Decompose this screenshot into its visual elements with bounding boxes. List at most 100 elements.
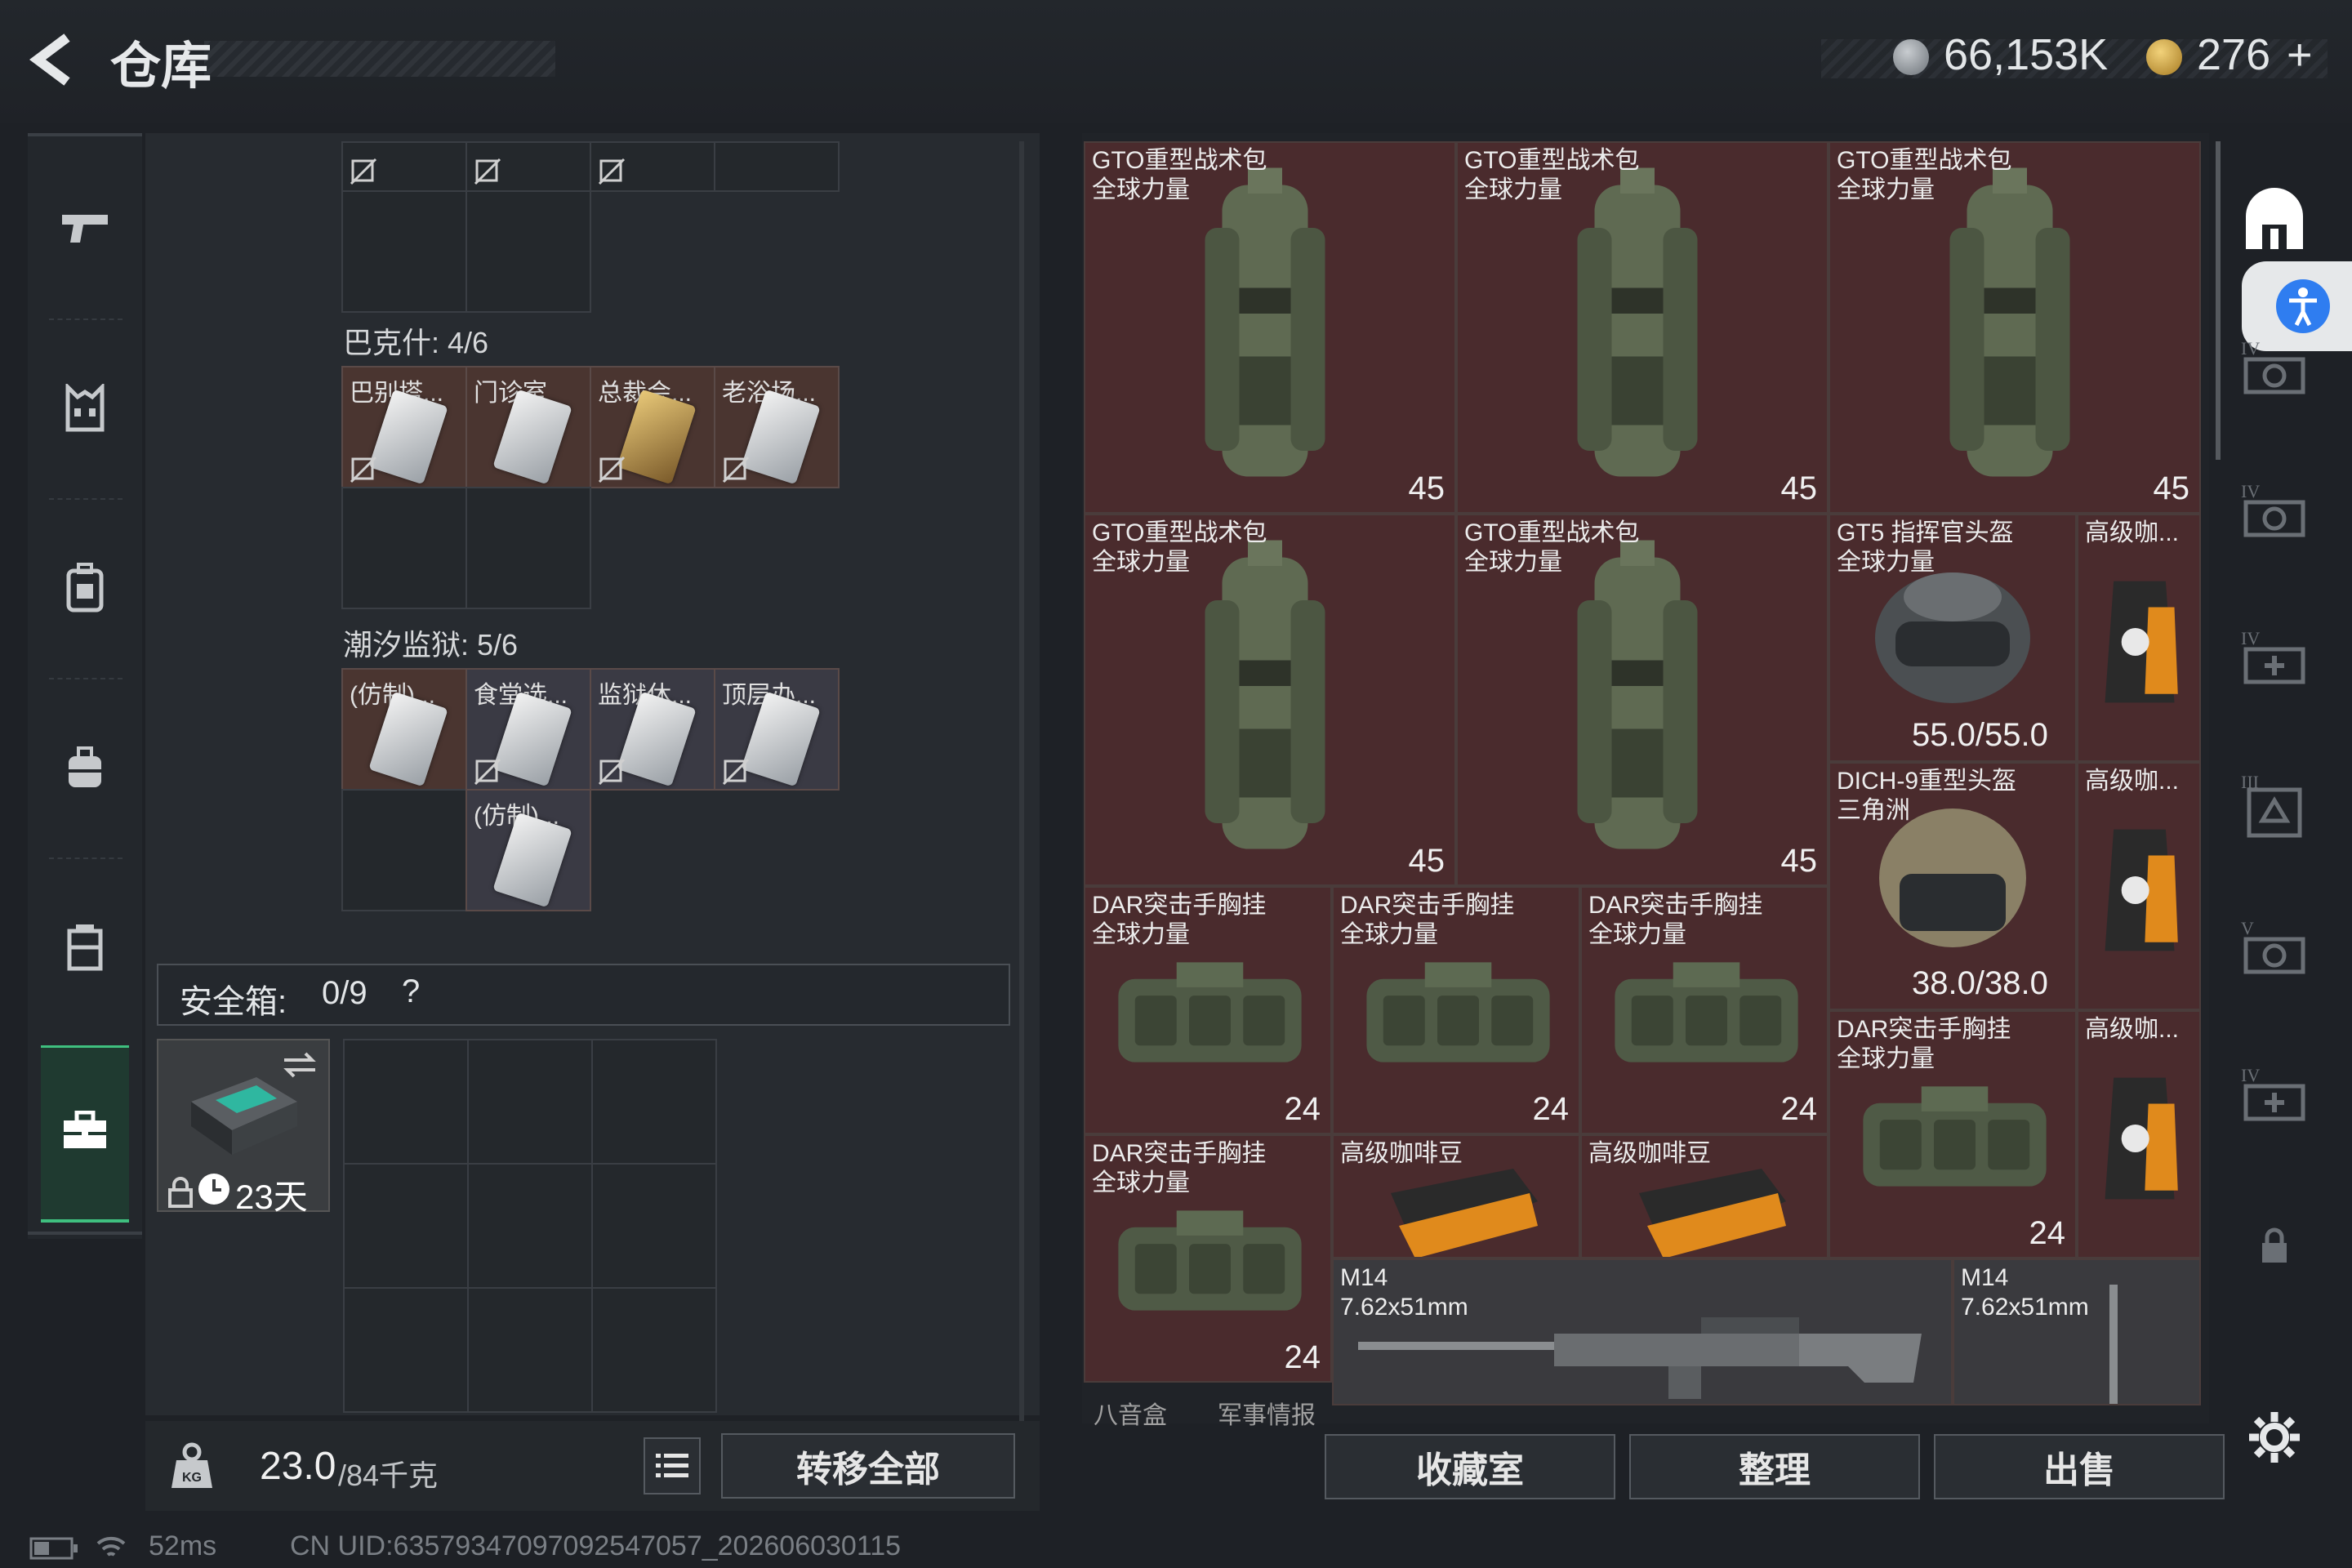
rifle-item[interactable]: M14 7.62x51mm xyxy=(1953,1258,2201,1405)
backpack-item[interactable]: GTO重型战术包 全球力量 45 xyxy=(1084,514,1456,886)
safebox-slot[interactable] xyxy=(591,1287,717,1413)
warehouse-icon[interactable] xyxy=(2238,184,2311,257)
grid-cell[interactable] xyxy=(341,789,467,911)
sidebar-item-safebox[interactable] xyxy=(28,1049,142,1213)
keycard-item[interactable]: 门诊室 xyxy=(466,366,591,488)
grid-cell[interactable] xyxy=(341,190,467,313)
weight-icon: KG xyxy=(172,1442,212,1488)
status-bar: 52ms CN UID:63579347097092547057_2026060… xyxy=(0,1527,2352,1568)
divider xyxy=(49,498,122,501)
backpack-image xyxy=(1548,159,1727,502)
briefcase-icon xyxy=(64,1111,106,1148)
coffee-item[interactable]: 高级咖... xyxy=(2077,514,2201,762)
key-filter-icon[interactable]: III xyxy=(2238,772,2311,845)
coffee-bean-item[interactable]: 高级咖啡豆 xyxy=(1580,1134,1829,1258)
backpack-item[interactable]: GTO重型战术包 全球力量 45 xyxy=(1829,141,2201,514)
sidebar-item-armor[interactable] xyxy=(28,327,142,490)
help-icon[interactable]: ? xyxy=(402,973,420,1010)
add-currency-button[interactable]: + xyxy=(2287,29,2313,80)
helmet-item[interactable]: GT5 指挥官头盔 全球力量 55.0/55.0 xyxy=(1829,514,2077,762)
sidebar-item-container[interactable] xyxy=(28,866,142,1029)
safebox-slot[interactable] xyxy=(467,1163,593,1289)
swap-icon[interactable] xyxy=(281,1049,318,1081)
sidebar-item-weapon[interactable] xyxy=(28,147,142,310)
svg-text:IV: IV xyxy=(2241,481,2260,501)
chest-rig-item[interactable]: DAR突击手胸挂 全球力量 24 xyxy=(1084,886,1332,1134)
chest-rig-item[interactable]: DAR突击手胸挂 全球力量 24 xyxy=(1829,1010,2077,1258)
vest-icon xyxy=(65,384,105,432)
safebox-slot[interactable] xyxy=(467,1039,593,1165)
safebox-slot[interactable] xyxy=(343,1287,469,1413)
safebox-slot[interactable] xyxy=(343,1039,469,1165)
warehouse-grid: GTO重型战术包 全球力量 45 GTO重型战术包 全球力量 45 GTO重型战… xyxy=(1082,133,2221,1429)
grid-cell[interactable] xyxy=(714,141,840,192)
rifle-image xyxy=(2109,1285,2118,1404)
list-view-button[interactable] xyxy=(644,1437,701,1494)
chest-rig-image xyxy=(1846,1069,2063,1204)
grid-cell[interactable] xyxy=(466,487,591,609)
armor-filter-icon[interactable]: V xyxy=(2238,915,2311,988)
safebox-slot[interactable] xyxy=(591,1163,717,1289)
medical-filter-icon[interactable]: IV xyxy=(2238,625,2311,698)
chest-rig-image xyxy=(1102,945,1318,1080)
safebox-slot[interactable] xyxy=(467,1287,593,1413)
chest-rig-item[interactable]: DAR突击手胸挂 全球力量 24 xyxy=(1332,886,1580,1134)
backpack-image xyxy=(1175,532,1355,875)
untradeable-icon xyxy=(350,456,377,483)
back-arrow-icon[interactable] xyxy=(24,31,82,88)
safebox-icon xyxy=(191,1077,297,1155)
coffee-image xyxy=(2095,821,2185,960)
untradeable-icon xyxy=(474,158,501,185)
rifle-item[interactable]: M14 7.62x51mm xyxy=(1332,1258,1953,1405)
coffee-bean-item[interactable]: 高级咖啡豆 xyxy=(1332,1134,1580,1258)
coffee-item[interactable]: 高级咖... xyxy=(2077,762,2201,1010)
top-bar: 仓库 66,153K 276 + xyxy=(0,0,2352,122)
armor-filter-icon[interactable]: IV xyxy=(2238,335,2311,408)
untradeable-icon xyxy=(598,758,626,786)
left-scrollbar[interactable] xyxy=(1019,141,1024,1423)
backpack-image xyxy=(1175,159,1355,502)
untradeable-icon xyxy=(474,758,501,786)
backpack-icon xyxy=(66,563,104,612)
chest-rig-item[interactable]: DAR突击手胸挂 全球力量 24 xyxy=(1084,1134,1332,1383)
lock-icon[interactable] xyxy=(2254,1225,2295,1266)
svg-text:IV: IV xyxy=(2241,338,2260,359)
coffee-item[interactable]: 高级咖... xyxy=(2077,1010,2201,1258)
sell-button[interactable]: 出售 xyxy=(1934,1434,2225,1499)
battery-icon xyxy=(29,1537,78,1560)
settings-gear-icon[interactable] xyxy=(2246,1409,2303,1466)
chest-rig-image xyxy=(1350,945,1566,1080)
uid-text: CN UID:63579347097092547057_202606030115 xyxy=(290,1530,902,1561)
divider xyxy=(49,318,122,322)
grid-cell[interactable] xyxy=(341,487,467,609)
svg-text:IV: IV xyxy=(2241,628,2260,648)
currency-gold: 276 xyxy=(2197,30,2271,79)
svg-text:KG: KG xyxy=(182,1471,202,1485)
keycard-item[interactable]: (仿制)... xyxy=(466,789,591,911)
backpack-item[interactable]: GTO重型战术包 全球力量 45 xyxy=(1084,141,1456,514)
grid-cell[interactable] xyxy=(466,190,591,313)
safebox-slot[interactable] xyxy=(591,1039,717,1165)
pistol-icon xyxy=(62,215,108,243)
transfer-all-button[interactable]: 转移全部 xyxy=(721,1433,1015,1499)
backpack-item[interactable]: GTO重型战术包 全球力量 45 xyxy=(1456,141,1829,514)
rifle-image xyxy=(1358,1317,1922,1399)
sort-button[interactable]: 整理 xyxy=(1629,1434,1920,1499)
backpack-item[interactable]: GTO重型战术包 全球力量 45 xyxy=(1456,514,1829,886)
safebox-slot[interactable] xyxy=(343,1163,469,1289)
chest-rig-item[interactable]: DAR突击手胸挂 全球力量 24 xyxy=(1580,886,1829,1134)
safebox-item[interactable]: 23天 xyxy=(157,1039,330,1216)
medical-filter-icon[interactable]: IV xyxy=(2238,1062,2311,1135)
right-scrollbar[interactable] xyxy=(2216,141,2221,460)
svg-text:III: III xyxy=(2241,772,2259,792)
collection-room-button[interactable]: 收藏室 xyxy=(1325,1434,1615,1499)
gold-coin-icon xyxy=(2146,39,2182,75)
sidebar-item-backpack[interactable] xyxy=(28,506,142,670)
currency-silver: 66,153K xyxy=(1944,30,2109,79)
armor-filter-icon[interactable]: IV xyxy=(2238,478,2311,551)
coffee-image xyxy=(2095,1069,2185,1208)
untradeable-icon xyxy=(350,158,377,185)
helmet-item[interactable]: DICH-9重型头盔 三角洲 38.0/38.0 xyxy=(1829,762,2077,1010)
sidebar-item-rig[interactable] xyxy=(28,686,142,849)
keycard-item[interactable]: (仿制)... xyxy=(341,668,467,791)
